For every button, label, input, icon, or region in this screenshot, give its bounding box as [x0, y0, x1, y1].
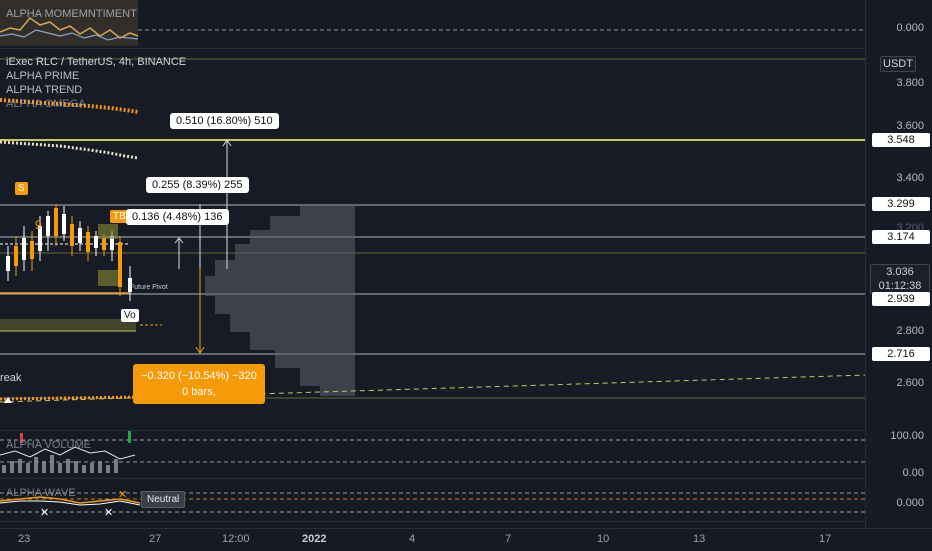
measure-box-down[interactable]: −0.320 (−10.54%) −320 0 bars,: [133, 364, 265, 404]
momentum-pane[interactable]: ALPHA MOMEMNTIMENT: [0, 0, 866, 49]
indicator-alpha-omega: ALPHA OMEGA: [6, 98, 86, 110]
price-tag-3548: 3.548: [872, 133, 930, 147]
measure-box-136[interactable]: 0.136 (4.48%) 136: [126, 209, 229, 225]
svg-text:✕: ✕: [118, 489, 127, 501]
price-level-2800: 2.800: [896, 325, 924, 337]
nine-count-label: 9: [35, 218, 42, 232]
wave-zero-level: 0.000: [896, 497, 924, 509]
volume-pane[interactable]: ALPHA VOLUME: [0, 431, 866, 479]
measure-down-bars: 0 bars,: [182, 386, 216, 398]
symbol-title: iExec RLC / TetherUS, 4h, BINANCE: [6, 56, 187, 68]
momentum-title: ALPHA MOMEMNTIMENT: [6, 8, 137, 20]
time-label-13: 13: [693, 533, 706, 545]
wave-title: ALPHA WAVE: [6, 487, 76, 499]
main-price-plot: [0, 58, 866, 403]
volume-title: ALPHA VOLUME: [6, 439, 91, 451]
price-level-2600: 2.600: [896, 377, 924, 389]
time-label-17: 17: [819, 533, 832, 545]
time-label-4: 4: [409, 533, 416, 545]
break-label: reak: [0, 372, 22, 384]
measure-box-255[interactable]: 0.255 (8.39%) 255: [146, 177, 249, 193]
price-tag-2939: 2.939: [872, 292, 930, 306]
indicator-alpha-prime: ALPHA PRIME: [6, 70, 80, 82]
measure-down-value: −0.320 (−10.54%) −320: [141, 370, 257, 382]
wave-plot: ✕ ✕ ✕: [0, 489, 866, 519]
price-tag-3299: 3.299: [872, 197, 930, 211]
volume-plot: [0, 431, 866, 473]
price-axis[interactable]: 0.000 USDT 3.800 3.600 3.548 3.400 3.299…: [865, 0, 932, 528]
price-level-3400: 3.400: [896, 172, 924, 184]
wave-pane[interactable]: ✕ ✕ ✕ ALPHA WAVE Neutral: [0, 479, 866, 522]
currency-label[interactable]: USDT: [880, 56, 916, 72]
measure-box-510[interactable]: 0.510 (16.80%) 510: [170, 113, 279, 129]
volume-level-100: 100.00: [890, 430, 924, 442]
vo-label: Vo: [121, 309, 139, 322]
svg-text:✕: ✕: [104, 507, 113, 519]
future-pivot-label: Future Pivot: [130, 284, 168, 291]
price-level-3600: 3.600: [896, 120, 924, 132]
current-price-tag: 3.036 01:12:38: [870, 264, 930, 294]
time-label-1200: 12:00: [222, 533, 250, 545]
indicator-alpha-trend: ALPHA TREND: [6, 84, 83, 96]
candle-countdown: 01:12:38: [878, 280, 922, 292]
current-price-value: 3.036: [886, 266, 914, 278]
svg-text:✕: ✕: [40, 507, 49, 519]
time-label-7: 7: [505, 533, 512, 545]
volume-level-0: 0.00: [902, 467, 924, 479]
price-tag-3174: 3.174: [872, 230, 930, 244]
time-label-27: 27: [149, 533, 162, 545]
price-tag-2716: 2.716: [872, 347, 930, 361]
sell-signal-badge: S: [15, 182, 28, 195]
time-label-10: 10: [597, 533, 610, 545]
time-label-2022: 2022: [302, 533, 327, 545]
main-chart-pane[interactable]: iExec RLC / TetherUS, 4h, BINANCE ALPHA …: [0, 56, 866, 431]
wave-status-badge: Neutral: [141, 491, 186, 508]
time-label-23: 23: [18, 533, 31, 545]
momentum-zero-level: 0.000: [896, 22, 924, 34]
price-level-3800: 3.800: [896, 77, 924, 89]
time-axis[interactable]: 23 27 12:00 2022 4 7 10 13 17: [0, 528, 932, 551]
